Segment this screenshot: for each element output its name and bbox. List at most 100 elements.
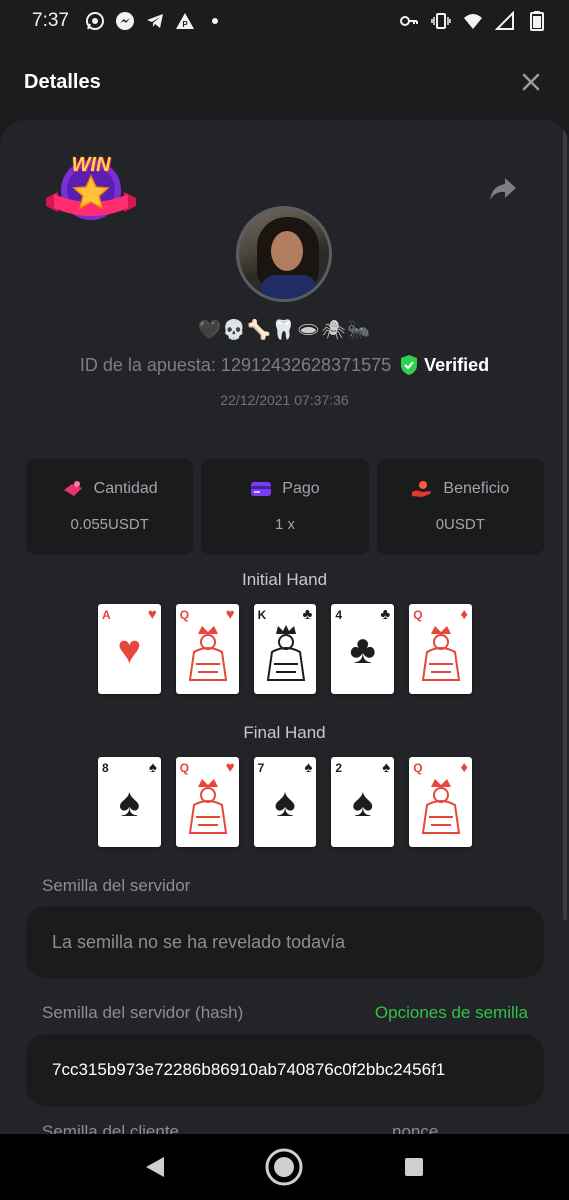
bet-details-panel[interactable]: WIN 🖤💀🦴🦷🕳🕷🐜 ID de la apuesta: 1291243262… xyxy=(0,120,569,1134)
status-bar: 7:37 P xyxy=(0,0,569,42)
spade-suit-icon: ♠ xyxy=(118,781,141,825)
club-suit-icon: ♣ xyxy=(302,606,313,623)
playing-card: K ♣ xyxy=(253,604,317,694)
spade-suit-icon: ♠ xyxy=(274,781,296,825)
card-rank: 7 xyxy=(257,761,265,775)
whatsapp-icon xyxy=(85,11,105,31)
wifi-icon xyxy=(463,11,483,31)
verified-badge: Verified xyxy=(399,354,489,376)
notification-icons: P xyxy=(85,11,225,31)
telegram-icon xyxy=(145,11,165,31)
amount-icon xyxy=(63,481,82,496)
card-rank: Q xyxy=(179,761,190,775)
win-badge-text: WIN xyxy=(71,154,111,176)
system-nav-bar xyxy=(0,1134,569,1200)
club-suit-icon: ♣ xyxy=(349,628,376,672)
stat-payout: Pago 1 x xyxy=(201,459,369,554)
playing-card: Q ♦ xyxy=(409,604,472,694)
bet-date: 22/12/2021 07:37:36 xyxy=(220,392,349,408)
card-rank: Q xyxy=(179,608,190,622)
seed-options-link[interactable]: Opciones de semilla xyxy=(375,1003,528,1023)
close-button[interactable] xyxy=(517,68,545,96)
card-rank: Q xyxy=(413,608,423,622)
svg-text:P: P xyxy=(182,20,188,29)
initial-hand-title: Initial Hand xyxy=(241,570,328,589)
card-rank: A xyxy=(102,608,111,622)
messenger-icon xyxy=(115,11,135,31)
server-seed-label: Semilla del servidor xyxy=(42,876,191,895)
stat-amount-label: Cantidad xyxy=(93,480,158,497)
recents-button[interactable] xyxy=(392,1145,436,1189)
verified-label: Verified xyxy=(424,354,490,375)
king-art-icon xyxy=(266,625,305,681)
share-button[interactable] xyxy=(488,176,518,202)
card-rank: 2 xyxy=(335,761,343,775)
final-hand-title: Final Hand xyxy=(243,723,326,742)
spade-suit-icon: ♠ xyxy=(382,759,391,776)
user-name-emojis: 🖤💀🦴🦷🕳🕷🐜 xyxy=(197,320,372,341)
playing-card: 4 ♣ ♣ xyxy=(331,604,395,694)
page-title: Detalles xyxy=(24,70,101,93)
battery-icon xyxy=(527,11,547,31)
diamond-suit-icon: ♦ xyxy=(460,606,468,623)
back-button[interactable] xyxy=(133,1145,177,1189)
payout-card-icon xyxy=(251,482,272,496)
stat-amount-value: 0.055USDT xyxy=(70,516,149,533)
spade-suit-icon: ♠ xyxy=(304,759,313,776)
stat-payout-label: Pago xyxy=(282,480,320,497)
recents-square-icon xyxy=(405,1158,424,1176)
diamond-suit-icon: ♦ xyxy=(460,759,468,776)
playing-card: Q ♥ xyxy=(175,604,239,694)
bet-stats: Cantidad 0.055USDT Pago 1 x Beneficio 0U… xyxy=(26,459,544,554)
status-time: 7:37 xyxy=(32,10,69,31)
profit-hand-icon xyxy=(412,481,432,497)
playing-card: Q ♥ xyxy=(175,757,239,847)
spade-suit-icon: ♠ xyxy=(352,781,374,825)
app-icon: P xyxy=(175,11,195,31)
queen-art-icon xyxy=(188,779,227,834)
playing-card: 7 ♠ ♠ xyxy=(253,757,317,847)
vpn-key-icon xyxy=(399,11,419,31)
scrollbar[interactable] xyxy=(563,120,567,920)
queen-art-icon xyxy=(422,626,461,681)
card-rank: K xyxy=(257,608,267,622)
stat-amount: Cantidad 0.055USDT xyxy=(26,459,194,554)
bet-id: ID de la apuesta: 12912432628371575 xyxy=(79,354,392,375)
heart-suit-icon: ♥ xyxy=(225,606,235,623)
spade-suit-icon: ♠ xyxy=(148,759,157,776)
close-icon xyxy=(522,73,540,91)
bet-id-row: ID de la apuesta: 12912432628371575 Veri… xyxy=(0,354,569,376)
card-rank: 8 xyxy=(102,761,109,775)
server-seed-field[interactable]: La semilla no se ha revelado todavía xyxy=(26,906,544,978)
avatar xyxy=(236,206,332,302)
signal-icon xyxy=(495,11,515,31)
nonce-label: nonce xyxy=(392,1122,439,1134)
card-rank: Q xyxy=(413,761,423,775)
dot-icon xyxy=(205,11,225,31)
share-icon xyxy=(490,178,516,200)
playing-card: 8 ♠ ♠ xyxy=(98,757,161,847)
back-triangle-icon xyxy=(145,1157,164,1177)
stat-profit-value: 0USDT xyxy=(435,516,485,533)
server-seed-hash-field[interactable]: 7cc315b973e72286b86910ab740876c0f2bbc245… xyxy=(26,1034,544,1106)
system-icons xyxy=(399,11,547,31)
club-suit-icon: ♣ xyxy=(380,606,391,623)
initial-hand-cards: A ♥ ♥ Q ♥ K ♣ 4 ♣ ♣ Q ♦ xyxy=(98,604,472,694)
heart-suit-icon: ♥ xyxy=(117,628,142,672)
shield-check-icon xyxy=(401,355,418,375)
dialog-header: Detalles xyxy=(0,42,569,122)
client-seed-label: Semilla del cliente xyxy=(42,1122,180,1134)
card-rank: 4 xyxy=(335,608,343,622)
heart-suit-icon: ♥ xyxy=(225,759,235,776)
stat-profit-label: Beneficio xyxy=(443,480,510,497)
playing-card: A ♥ ♥ xyxy=(98,604,161,694)
stat-payout-value: 1 x xyxy=(274,516,295,533)
final-hand-cards: 8 ♠ ♠ Q ♥ 7 ♠ ♠ 2 ♠ ♠ Q ♦ xyxy=(98,757,472,847)
server-seed-hash-label: Semilla del servidor (hash) xyxy=(42,1003,244,1022)
heart-suit-icon: ♥ xyxy=(147,606,157,623)
queen-art-icon xyxy=(188,626,227,681)
stat-profit: Beneficio 0USDT xyxy=(376,459,544,554)
home-button[interactable] xyxy=(262,1145,306,1189)
playing-card: Q ♦ xyxy=(409,757,472,847)
playing-card: 2 ♠ ♠ xyxy=(331,757,395,847)
